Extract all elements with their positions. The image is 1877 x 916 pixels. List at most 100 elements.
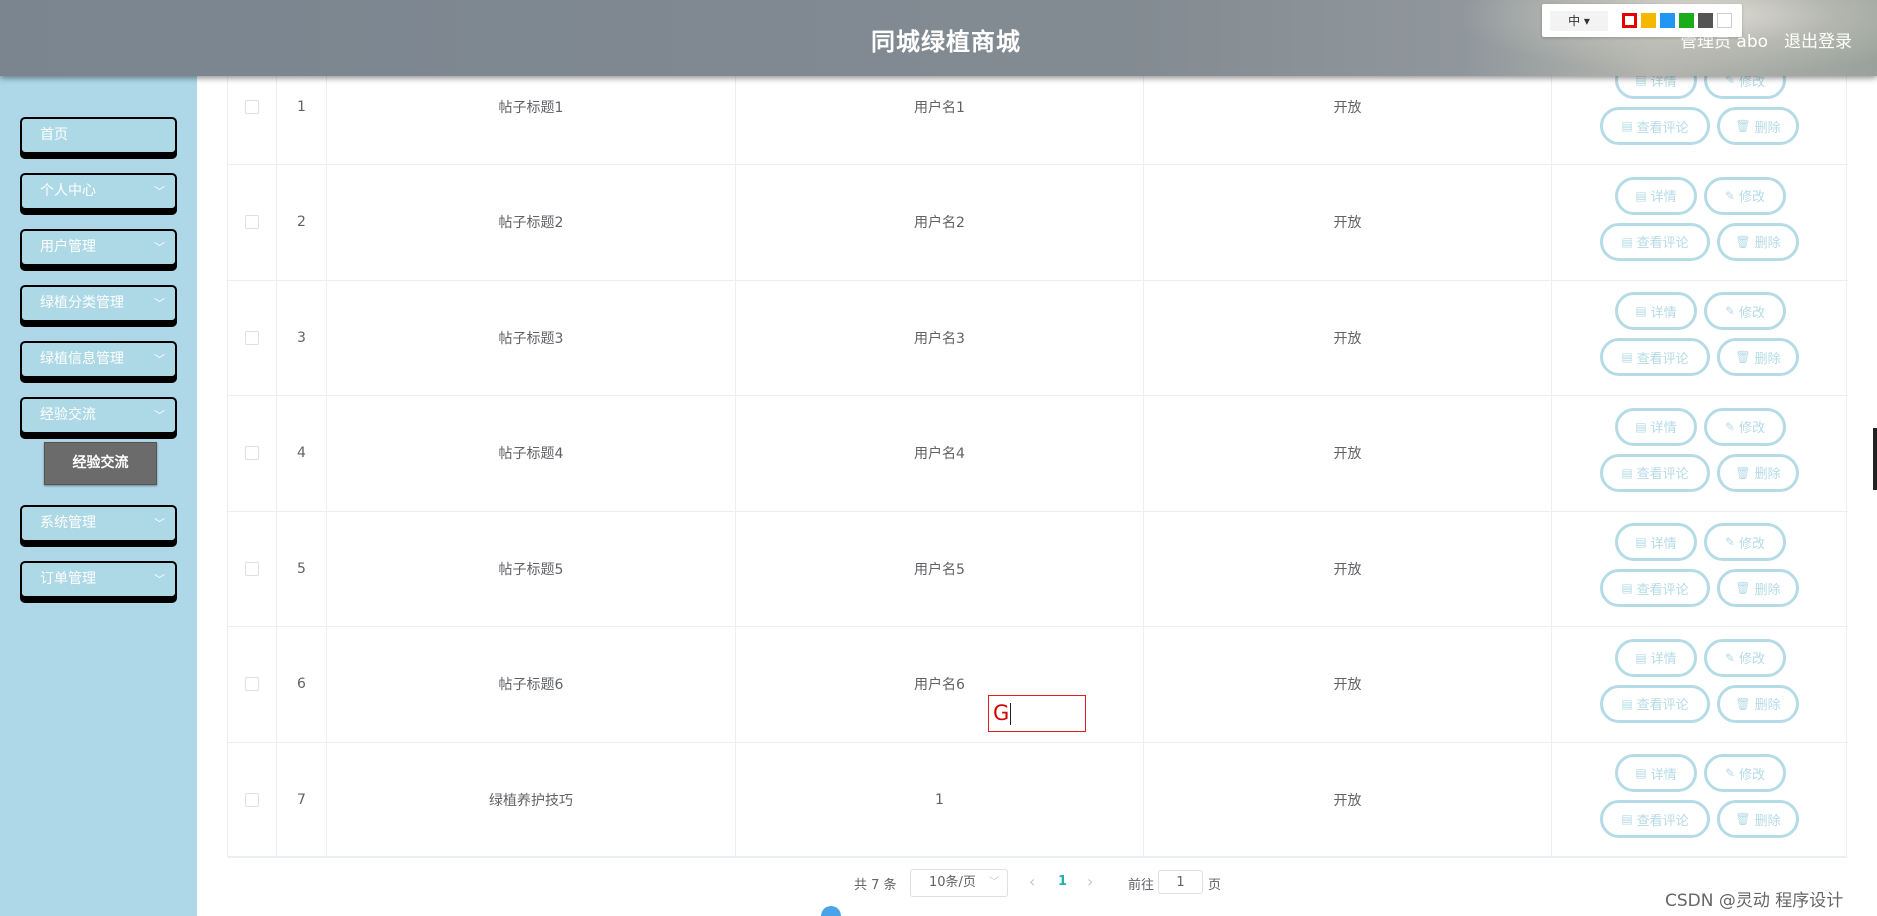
theme-color-swatch[interactable] (1717, 13, 1732, 28)
index-cell: 2 (277, 164, 327, 280)
document-icon: ▤ (1621, 234, 1633, 249)
title-cell: 帖子标题4 (327, 395, 736, 511)
index-cell: 3 (277, 280, 327, 395)
view-comments-button[interactable]: ▤ 查看评论 (1600, 453, 1710, 492)
view-comments-button[interactable]: ▤ 查看评论 (1600, 800, 1710, 838)
view-comments-button-label: 查看评论 (1636, 698, 1689, 713)
delete-button[interactable]: 🗑 删除 (1717, 800, 1799, 838)
sidebar-item-plant-info-management[interactable]: 绿植信息管理 ﹀ (20, 341, 177, 378)
sidebar-item-home[interactable]: 首页 (20, 117, 177, 154)
detail-button-label: 详情 (1650, 421, 1677, 436)
row-checkbox[interactable] (245, 677, 259, 691)
select-cell (228, 626, 277, 742)
row-checkbox[interactable] (245, 792, 259, 807)
theme-color-swatch[interactable] (1698, 13, 1713, 28)
index-cell: 5 (277, 511, 327, 626)
title-cell-text: 帖子标题2 (498, 215, 564, 231)
theme-switcher: 中 ▾ (1542, 4, 1742, 37)
detail-button[interactable]: ▤ 详情 (1615, 292, 1697, 330)
logout-link[interactable]: 退出登录 (1784, 27, 1852, 52)
next-page-icon[interactable]: › (1087, 872, 1093, 891)
edit-button[interactable]: ✎ 修改 (1704, 754, 1786, 792)
title-cell-text: 帖子标题5 (498, 561, 564, 578)
status-cell: 开放 (1144, 395, 1552, 511)
theme-color-swatch[interactable] (1641, 13, 1656, 28)
delete-button[interactable]: 🗑 删除 (1717, 107, 1799, 145)
delete-button-label: 删除 (1754, 351, 1781, 367)
status-cell-text: 开放 (1333, 330, 1362, 347)
page-number-1[interactable]: 1 (1058, 874, 1067, 889)
edit-button[interactable]: ✎ 修改 (1704, 176, 1786, 215)
status-cell: 开放 (1144, 511, 1552, 626)
language-dropdown[interactable]: 中 ▾ (1550, 11, 1608, 31)
edit-button[interactable]: ✎ 修改 (1704, 638, 1786, 677)
scrollbar-edge[interactable] (1873, 428, 1877, 490)
delete-button-label: 删除 (1754, 467, 1781, 482)
view-comments-button-label: 查看评论 (1636, 351, 1689, 367)
prev-page-icon[interactable]: ‹ (1029, 872, 1035, 891)
chevron-down-icon: ﹀ (154, 409, 165, 422)
select-cell (228, 511, 277, 626)
pencil-icon: ✎ (1724, 188, 1736, 203)
detail-button[interactable]: ▤ 详情 (1615, 176, 1697, 215)
sidebar-item-user-management[interactable]: 用户管理 ﹀ (20, 229, 177, 266)
view-comments-button[interactable]: ▤ 查看评论 (1600, 569, 1710, 607)
sidebar-item-system-management[interactable]: 系统管理 ﹀ (20, 505, 177, 542)
table-row: 3 帖子标题3 用户名3 开放 ▤ 详情 ✎ 修改 ▤ 查看评论 🗑 删除 (228, 280, 1848, 396)
theme-color-swatch[interactable] (1622, 13, 1637, 28)
delete-button[interactable]: 🗑 删除 (1717, 222, 1799, 261)
chevron-down-icon: ﹀ (154, 353, 165, 366)
title-cell-text: 帖子标题6 (498, 677, 564, 693)
document-icon: ▤ (1635, 419, 1647, 434)
row-checkbox[interactable] (245, 330, 259, 345)
submenu-item-experience[interactable]: 经验交流 (44, 442, 157, 485)
view-comments-button[interactable]: ▤ 查看评论 (1600, 222, 1710, 261)
detail-button[interactable]: ▤ 详情 (1615, 523, 1697, 561)
view-comments-button[interactable]: ▤ 查看评论 (1600, 338, 1710, 376)
row-actions: ▤ 详情 ✎ 修改 ▤ 查看评论 🗑 删除 (1552, 396, 1848, 511)
select-cell (228, 164, 277, 280)
title-cell-text: 绿植养护技巧 (489, 792, 573, 809)
theme-color-swatch[interactable] (1660, 13, 1675, 28)
theme-color-swatch[interactable] (1679, 13, 1694, 28)
delete-button[interactable]: 🗑 删除 (1717, 569, 1799, 607)
page-size-select[interactable]: 10条/页 ﹀ (910, 869, 1008, 897)
row-checkbox[interactable] (245, 99, 259, 114)
username-cell: 用户名5 (736, 511, 1144, 626)
actions-cell: ▤ 详情 ✎ 修改 ▤ 查看评论 🗑 删除 (1552, 511, 1848, 626)
username-cell: 用户名2 (736, 164, 1144, 280)
annotation-text-box[interactable]: G (988, 695, 1086, 732)
trash-icon: 🗑 (1735, 350, 1751, 364)
view-comments-button[interactable]: ▤ 查看评论 (1600, 107, 1710, 145)
edit-button[interactable]: ✎ 修改 (1704, 523, 1786, 561)
chevron-down-icon: ﹀ (154, 297, 165, 310)
sidebar-item-experience-exchange[interactable]: 经验交流 ﹀ (20, 397, 177, 434)
row-checkbox[interactable] (245, 561, 259, 576)
view-comments-button[interactable]: ▤ 查看评论 (1600, 684, 1710, 723)
actions-cell: ▤ 详情 ✎ 修改 ▤ 查看评论 🗑 删除 (1552, 396, 1848, 511)
detail-button[interactable]: ▤ 详情 (1615, 407, 1697, 446)
delete-button[interactable]: 🗑 删除 (1717, 684, 1799, 723)
scroll-handle[interactable] (821, 906, 841, 916)
status-cell: 开放 (1144, 280, 1552, 395)
row-checkbox[interactable] (245, 446, 259, 460)
index-cell-text: 1 (297, 98, 306, 115)
table-row: 4 帖子标题4 用户名4 开放 ▤ 详情 ✎ 修改 ▤ 查看评论 🗑 删除 (228, 395, 1848, 512)
delete-button[interactable]: 🗑 删除 (1717, 338, 1799, 376)
sidebar-item-order-management[interactable]: 订单管理 ﹀ (20, 561, 177, 598)
status-cell-text: 开放 (1333, 446, 1362, 462)
goto-page-input[interactable] (1158, 870, 1203, 894)
posts-table: 1 帖子标题1 用户名1 开放 ▤ 详情 ✎ 修改 ▤ 查看评论 🗑 删除 2 帖子标题2 用户名2 开放 ▤ 详… (227, 49, 1848, 858)
pagination-total: 共 7 条 (854, 878, 897, 893)
title-cell-text: 帖子标题4 (498, 446, 564, 462)
chevron-down-icon: ﹀ (154, 185, 165, 198)
detail-button[interactable]: ▤ 详情 (1615, 638, 1697, 677)
edit-button[interactable]: ✎ 修改 (1704, 407, 1786, 446)
sidebar-item-plant-category-management[interactable]: 绿植分类管理 ﹀ (20, 285, 177, 322)
row-checkbox[interactable] (245, 215, 259, 229)
detail-button[interactable]: ▤ 详情 (1615, 754, 1697, 792)
sidebar-item-personal-center[interactable]: 个人中心 ﹀ (20, 173, 177, 210)
delete-button[interactable]: 🗑 删除 (1717, 453, 1799, 492)
document-icon: ▤ (1621, 119, 1633, 133)
edit-button[interactable]: ✎ 修改 (1704, 292, 1786, 330)
